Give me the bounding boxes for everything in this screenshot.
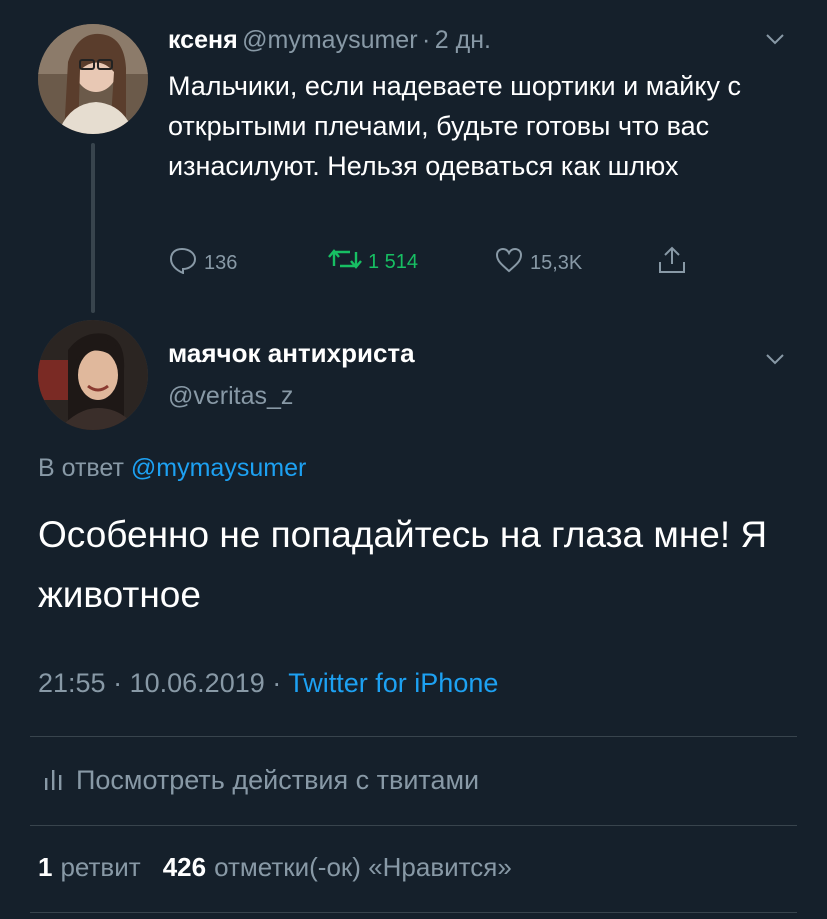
retweet-count: 1 514: [368, 250, 419, 273]
reply-context: В ответ @mymaysumer: [38, 454, 306, 483]
tweet2-time: 21:55: [38, 668, 106, 698]
retweets-label[interactable]: ретвит: [60, 852, 140, 883]
tweet-activity-button[interactable]: Посмотреть действия с твитами: [44, 764, 479, 797]
tweet1-text: Мальчики, если надеваете шортики и майку…: [168, 71, 741, 181]
thread-connector-line: [91, 143, 95, 313]
retweet-button[interactable]: 1 514: [328, 246, 418, 278]
retweets-count[interactable]: 1: [38, 852, 52, 883]
tweet1-separator: ·: [421, 26, 431, 54]
bar-chart-icon: [44, 764, 64, 797]
tweet-activity-label: Посмотреть действия с твитами: [76, 765, 480, 795]
tweet2-date: 10.06.2019: [129, 668, 265, 698]
meta-separator-1: ·: [113, 668, 123, 698]
divider-middle: [30, 825, 797, 826]
reply-to-mention-link[interactable]: @mymaysumer: [131, 454, 306, 482]
reply-button[interactable]: 136: [168, 246, 237, 280]
reply-prefix: В ответ: [38, 454, 124, 482]
tweet1-header: ксеня @mymaysumer · 2 дн.: [168, 26, 491, 55]
avatar-kseniya[interactable]: [38, 24, 148, 134]
tweet1-time[interactable]: 2 дн.: [435, 26, 491, 54]
tweet1-author-name[interactable]: ксеня: [168, 26, 238, 54]
tweet2-menu-chevron-down-icon[interactable]: [764, 348, 786, 370]
tweet2-meta: 21:55 · 10.06.2019 · Twitter for iPhone: [38, 668, 498, 699]
reply-icon: [168, 246, 198, 280]
like-count: 15,3K: [530, 251, 583, 274]
tweet2-author-name[interactable]: маячок антихриста: [168, 338, 415, 369]
likes-count[interactable]: 426: [163, 852, 206, 883]
meta-separator-2: ·: [272, 668, 282, 698]
engagement-stats: 1 ретвит 426 отметки(-ок) «Нравится»: [38, 852, 512, 883]
divider-top: [30, 736, 797, 737]
tweet1-menu-chevron-down-icon[interactable]: [764, 28, 786, 50]
retweet-icon: [328, 246, 362, 278]
like-button[interactable]: 15,3K: [494, 246, 582, 280]
share-icon[interactable]: [656, 244, 688, 281]
tweet2-source-link[interactable]: Twitter for iPhone: [288, 668, 498, 698]
likes-label[interactable]: отметки(-ок) «Нравится»: [214, 852, 512, 883]
tweet1-author-handle[interactable]: @mymaysumer: [242, 26, 417, 54]
tweet2-author-handle[interactable]: @veritas_z: [168, 382, 293, 411]
avatar-veritas[interactable]: [38, 320, 148, 430]
divider-bottom: [30, 912, 797, 913]
reply-count: 136: [204, 251, 238, 274]
tweet2-text: Особенно не попадайтесь на глаза мне! Я …: [38, 514, 768, 615]
heart-icon: [494, 246, 524, 280]
